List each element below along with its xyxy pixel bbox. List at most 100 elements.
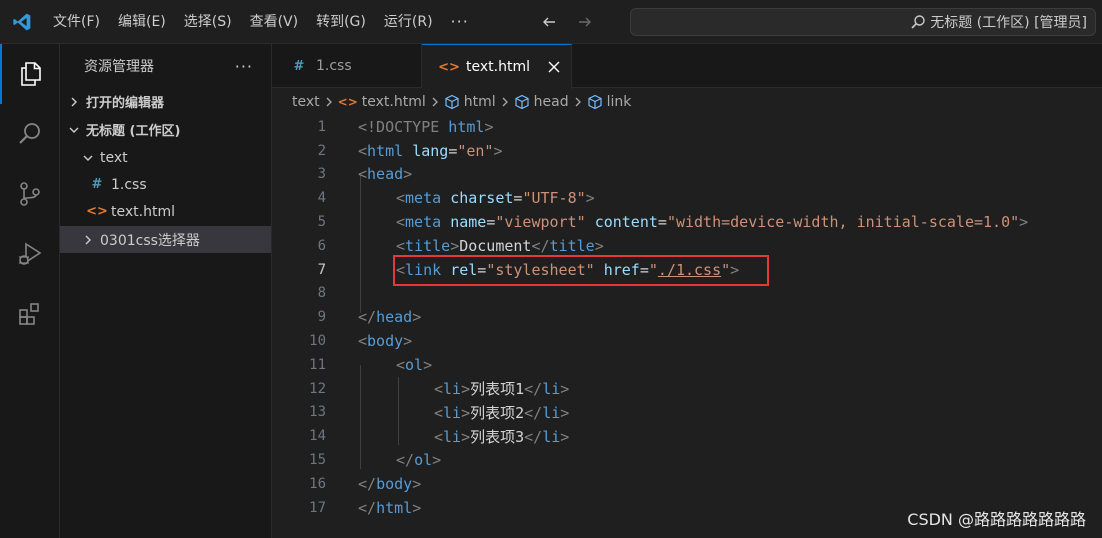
line-number: 16 — [309, 475, 326, 492]
vscode-logo-icon[interactable] — [0, 0, 44, 44]
code-token: "en" — [457, 141, 494, 160]
line-number: 10 — [309, 333, 326, 350]
code-token: li — [443, 427, 462, 446]
command-center-label: 无标题 (工作区) [管理员] — [930, 15, 1087, 31]
title-bar: 文件(F) 编辑(E) 选择(S) 查看(V) 转到(G) 运行(R) ··· … — [0, 0, 1102, 44]
workspace-section[interactable]: 无标题 (工作区) — [60, 116, 271, 143]
html-file-icon: <> — [86, 204, 108, 219]
close-icon[interactable] — [548, 61, 560, 73]
code-line: 1 <!DOCTYPE html> — [272, 115, 1102, 139]
code-token: li — [443, 403, 462, 422]
line-number: 7 — [317, 261, 326, 278]
activity-bar — [0, 44, 60, 538]
menu-more[interactable]: ··· — [442, 0, 478, 44]
chevron-right-icon — [66, 97, 82, 107]
code-line: 5 <meta name="viewport" content="width=d… — [272, 210, 1102, 234]
code-token: title — [405, 236, 451, 255]
line-number: 6 — [317, 237, 326, 254]
code-token: head — [376, 308, 413, 327]
menu-edit[interactable]: 编辑(E) — [109, 0, 175, 44]
file-1css[interactable]: # 1.css — [60, 171, 271, 198]
code-token: content — [594, 213, 658, 232]
line-number: 11 — [309, 356, 326, 373]
code-line: 9 </head> — [272, 305, 1102, 329]
run-debug-icon[interactable] — [0, 224, 60, 284]
source-control-icon[interactable] — [0, 164, 60, 224]
code-token: > — [484, 117, 494, 136]
workspace-label: 无标题 (工作区) — [86, 124, 181, 139]
search-icon[interactable] — [0, 104, 60, 164]
menu-view[interactable]: 查看(V) — [241, 0, 308, 44]
menu-selection[interactable]: 选择(S) — [175, 0, 241, 44]
explorer-title: 资源管理器 — [84, 59, 154, 75]
code-token: <!DOCTYPE — [358, 117, 440, 136]
tab-1css[interactable]: # 1.css — [272, 44, 422, 88]
line-number: 14 — [309, 428, 326, 445]
code-token: lang — [412, 141, 449, 160]
breadcrumb-head[interactable]: head — [514, 94, 569, 110]
line-number: 9 — [317, 309, 326, 326]
code-line: 15 </ol> — [272, 448, 1102, 472]
line-number: 13 — [309, 404, 326, 421]
folder-0301css[interactable]: 0301css选择器 — [60, 226, 271, 253]
code-token: Document — [459, 236, 532, 255]
folder-text-label: text — [100, 149, 128, 166]
code-token: ol — [405, 355, 424, 374]
chevron-down-icon — [66, 125, 82, 135]
breadcrumb-folder[interactable]: text — [292, 94, 320, 110]
back-arrow-icon[interactable] — [538, 11, 560, 33]
code-token: li — [443, 380, 462, 399]
command-center-search[interactable]: 无标题 (工作区) [管理员] — [630, 8, 1096, 36]
code-line: 14 <li>列表项3</li> — [272, 424, 1102, 448]
menu-file[interactable]: 文件(F) — [44, 0, 109, 44]
code-token: name — [450, 213, 487, 232]
chevron-right-icon — [430, 97, 440, 107]
line-number: 8 — [317, 285, 326, 302]
breadcrumb-link-label: link — [606, 94, 632, 110]
file-1css-label: 1.css — [111, 176, 147, 193]
code-token: li — [542, 403, 561, 422]
element-symbol-icon — [514, 94, 530, 110]
element-symbol-icon — [444, 94, 460, 110]
explorer-icon[interactable] — [0, 44, 60, 104]
breadcrumb-file[interactable]: <> text.html — [338, 94, 426, 110]
code-line: 16 </body> — [272, 472, 1102, 496]
code-editor[interactable]: 1 <!DOCTYPE html> 2 <html lang="en"> 3 <… — [272, 115, 1102, 538]
navigation-arrows — [538, 11, 596, 33]
tab-1css-label: 1.css — [316, 58, 352, 74]
menu-run[interactable]: 运行(R) — [375, 0, 442, 44]
open-editors-section[interactable]: 打开的编辑器 — [60, 88, 271, 115]
breadcrumb-link[interactable]: link — [587, 94, 632, 110]
line-number: 15 — [309, 452, 326, 469]
code-token: 列表项2 — [470, 403, 525, 422]
code-token: li — [542, 427, 561, 446]
tab-texthtml-label: text.html — [466, 59, 530, 75]
chevron-right-icon — [324, 97, 334, 107]
file-texthtml[interactable]: <> text.html — [60, 198, 271, 225]
line-number: 3 — [317, 166, 326, 183]
line-number: 12 — [309, 380, 326, 397]
code-token: body — [367, 332, 404, 351]
chevron-right-icon — [573, 97, 583, 107]
extensions-icon[interactable] — [0, 284, 60, 344]
menu-go[interactable]: 转到(G) — [307, 0, 375, 44]
explorer-header: 资源管理器 ··· — [60, 44, 271, 88]
code-token: "UTF-8" — [522, 189, 586, 208]
code-line: 11 <ol> — [272, 353, 1102, 377]
breadcrumb-html[interactable]: html — [444, 94, 496, 110]
code-token: 列表项3 — [470, 427, 525, 446]
explorer-more-button[interactable]: ··· — [235, 57, 253, 76]
tab-texthtml[interactable]: <> text.html — [422, 44, 572, 89]
forward-arrow-icon[interactable] — [574, 11, 596, 33]
search-icon — [910, 14, 926, 30]
line-number: 4 — [317, 190, 326, 207]
breadcrumb-file-label: text.html — [361, 94, 426, 110]
code-token: meta — [405, 189, 442, 208]
css-file-icon: # — [293, 58, 305, 74]
code-line: 12 <li>列表项1</li> — [272, 377, 1102, 401]
code-token: ol — [414, 451, 433, 470]
folder-text[interactable]: text — [60, 144, 271, 171]
watermark: CSDN @路路路路路路路 — [907, 510, 1086, 529]
breadcrumb-head-label: head — [533, 94, 569, 110]
code-token: charset — [450, 189, 514, 208]
